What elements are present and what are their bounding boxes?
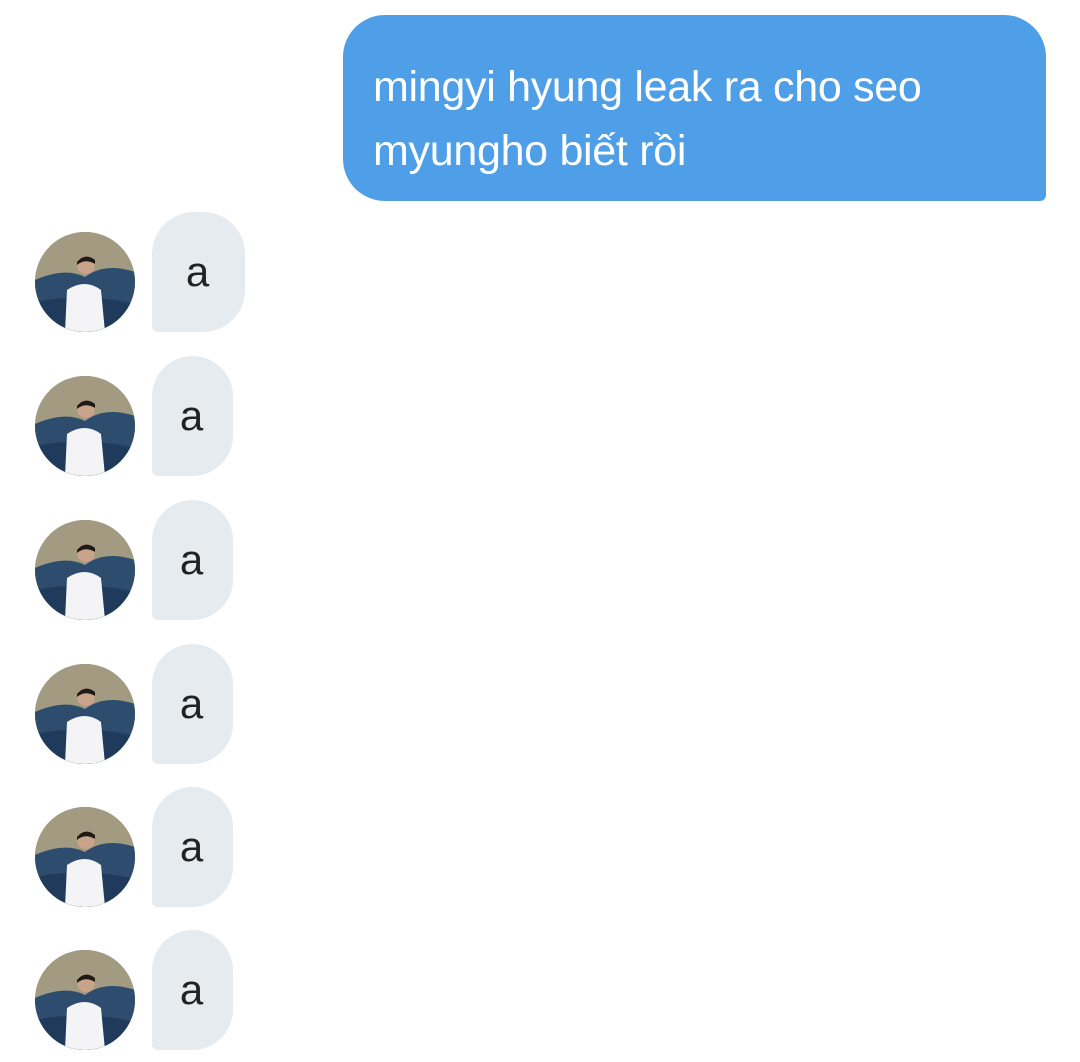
profile-photo-icon (35, 950, 135, 1050)
avatar[interactable] (35, 807, 135, 907)
received-message-row: a (0, 356, 400, 476)
received-message-text: a (179, 823, 204, 870)
profile-photo-icon (35, 232, 135, 332)
received-message-bubble[interactable]: a (152, 644, 233, 764)
received-message-row: a (0, 212, 400, 332)
received-message-bubble[interactable]: a (152, 787, 233, 907)
avatar[interactable] (35, 376, 135, 476)
received-message-row: a (0, 787, 400, 907)
received-message-text: a (179, 536, 204, 583)
received-message-bubble[interactable]: a (152, 930, 233, 1050)
received-message-text: a (179, 392, 204, 439)
received-message-text: a (179, 966, 204, 1013)
received-message-bubble[interactable]: a (152, 500, 233, 620)
sent-message-text: mingyi hyung leak ra cho seo myungho biế… (373, 63, 922, 175)
profile-photo-icon (35, 807, 135, 907)
avatar[interactable] (35, 232, 135, 332)
avatar[interactable] (35, 950, 135, 1050)
received-message-text: a (185, 248, 210, 295)
profile-photo-icon (35, 664, 135, 764)
received-message-row: a (0, 930, 400, 1050)
received-message-row: a (0, 644, 400, 764)
received-message-bubble[interactable]: a (152, 212, 245, 332)
avatar[interactable] (35, 664, 135, 764)
avatar[interactable] (35, 520, 135, 620)
profile-photo-icon (35, 376, 135, 476)
sent-message-bubble[interactable]: mingyi hyung leak ra cho seo myungho biế… (343, 15, 1046, 201)
profile-photo-icon (35, 520, 135, 620)
received-message-text: a (179, 680, 204, 727)
received-message-bubble[interactable]: a (152, 356, 233, 476)
received-message-row: a (0, 500, 400, 620)
